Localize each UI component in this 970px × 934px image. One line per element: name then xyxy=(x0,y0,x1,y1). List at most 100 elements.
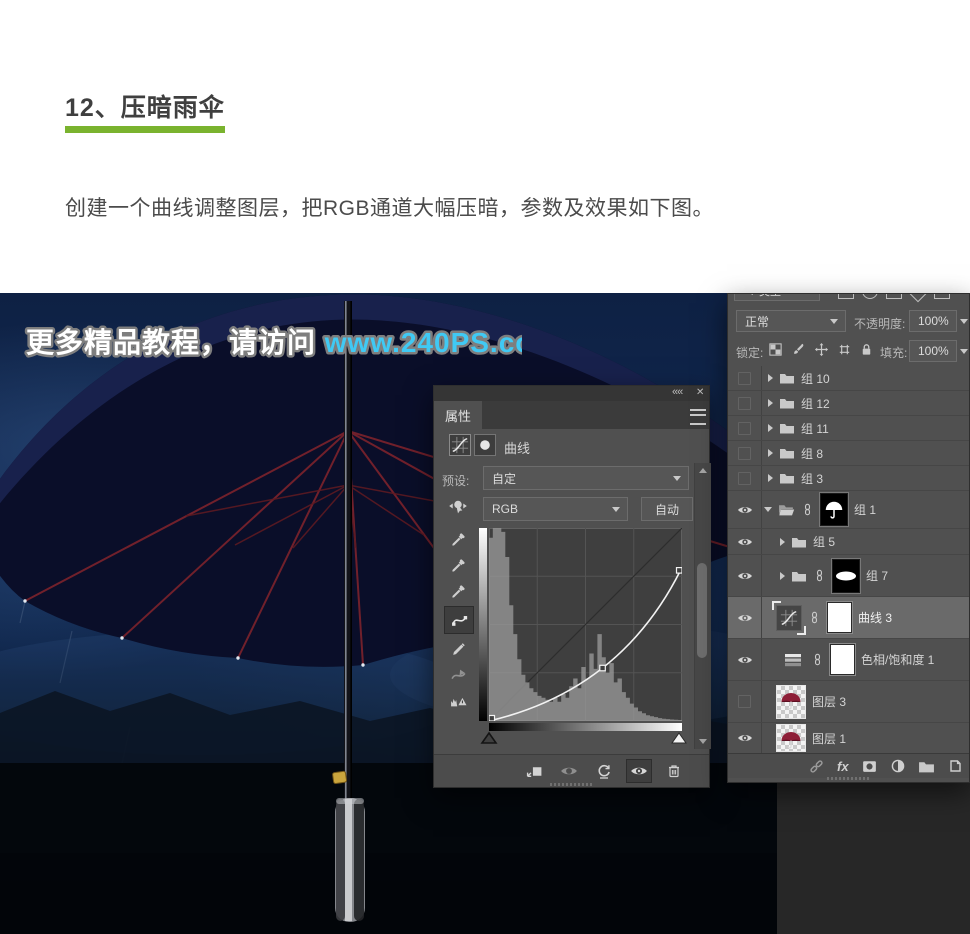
chevron-right-icon[interactable] xyxy=(768,424,773,432)
layer-thumbnail[interactable] xyxy=(776,685,806,719)
lock-position-icon[interactable] xyxy=(814,342,829,357)
layer-row-group-5[interactable]: 组 5 xyxy=(728,529,969,555)
new-group-icon[interactable] xyxy=(918,758,935,775)
lock-all-icon[interactable] xyxy=(859,342,874,357)
visibility-toggle[interactable] xyxy=(728,366,762,390)
targeted-adjustment-icon[interactable] xyxy=(447,495,469,517)
curves-graph[interactable] xyxy=(489,528,682,721)
visibility-toggle[interactable] xyxy=(728,441,762,465)
chevron-right-icon[interactable] xyxy=(780,572,785,580)
chevron-right-icon[interactable] xyxy=(768,399,773,407)
layer-row-hue-saturation-1[interactable]: 色相/饱和度 1 xyxy=(728,639,969,681)
visibility-toggle[interactable] xyxy=(728,529,762,554)
filter-type-layers-icon[interactable] xyxy=(886,294,902,299)
white-input-slider[interactable] xyxy=(670,731,688,745)
hue-saturation-adjustment-icon[interactable] xyxy=(781,650,805,670)
layer-mask-thumbnail[interactable] xyxy=(830,644,855,675)
link-layers-icon[interactable] xyxy=(808,758,825,775)
scrollbar[interactable] xyxy=(694,463,711,749)
chevron-down-icon[interactable] xyxy=(960,319,968,324)
layer-row-layer-3[interactable]: 图层 3 xyxy=(728,681,969,723)
view-previous-state-icon[interactable] xyxy=(556,759,582,783)
black-point-eyedropper-icon[interactable] xyxy=(446,528,470,550)
panel-menu-icon[interactable] xyxy=(690,409,706,425)
chevron-down-icon[interactable] xyxy=(960,349,968,354)
blend-mode-dropdown[interactable]: 正常 xyxy=(736,310,846,332)
visibility-toggle[interactable] xyxy=(728,491,762,528)
chevron-right-icon[interactable] xyxy=(768,449,773,457)
chevron-right-icon[interactable] xyxy=(768,474,773,482)
lock-transparency-icon[interactable] xyxy=(768,342,783,357)
visibility-toggle[interactable] xyxy=(728,391,762,415)
layer-row-group-3[interactable]: 组 3 xyxy=(728,466,969,491)
edit-points-tool-icon[interactable] xyxy=(444,606,474,634)
folder-icon xyxy=(791,534,807,550)
layer-row-group-8[interactable]: 组 8 xyxy=(728,441,969,466)
draw-curve-pencil-icon[interactable] xyxy=(446,638,470,660)
clipping-warning-icon[interactable] xyxy=(444,689,472,711)
lock-pixels-icon[interactable] xyxy=(791,342,806,357)
toggle-visibility-icon[interactable] xyxy=(626,759,652,783)
add-layer-mask-icon[interactable] xyxy=(861,758,878,775)
visibility-toggle[interactable] xyxy=(728,597,762,638)
layer-row-layer-1[interactable]: 图层 1 xyxy=(728,723,969,753)
curves-adjustment-icon[interactable] xyxy=(776,605,802,631)
scroll-down-icon[interactable] xyxy=(699,739,707,744)
layer-row-group-1[interactable]: 组 1 xyxy=(728,491,969,529)
scroll-up-icon[interactable] xyxy=(699,468,707,473)
panel-resize-grip[interactable] xyxy=(550,783,594,786)
filter-shape-layers-icon[interactable] xyxy=(907,294,930,302)
chevron-right-icon[interactable] xyxy=(780,538,785,546)
layer-row-group-12[interactable]: 组 12 xyxy=(728,391,969,416)
black-input-slider[interactable] xyxy=(480,731,498,745)
chevron-right-icon[interactable] xyxy=(768,374,773,382)
reset-adjustment-icon[interactable] xyxy=(591,759,617,783)
panel-resize-grip[interactable] xyxy=(827,777,871,780)
layer-row-curves-3[interactable]: 曲线 3 xyxy=(728,597,969,639)
group-mask-thumbnail[interactable] xyxy=(820,493,848,526)
collapse-to-icons-button[interactable]: «« xyxy=(672,386,682,398)
layer-thumbnail[interactable] xyxy=(776,724,806,752)
close-icon[interactable]: ✕ xyxy=(696,387,704,398)
auto-button[interactable]: 自动 xyxy=(641,497,693,521)
filter-pixel-layers-icon[interactable] xyxy=(838,294,854,299)
visibility-toggle[interactable] xyxy=(728,723,762,753)
curve-point-shadows[interactable] xyxy=(489,716,495,722)
tab-properties[interactable]: 属性 xyxy=(434,401,482,429)
new-layer-icon[interactable] xyxy=(947,758,963,774)
lock-artboard-icon[interactable] xyxy=(837,342,852,357)
folder-icon xyxy=(779,370,795,386)
curve-point-highlights[interactable] xyxy=(677,568,683,574)
group-mask-thumbnail[interactable] xyxy=(832,559,860,593)
white-point-eyedropper-icon[interactable] xyxy=(446,580,470,602)
visibility-toggle[interactable] xyxy=(728,555,762,596)
visibility-toggle[interactable] xyxy=(728,681,762,722)
gray-point-eyedropper-icon[interactable] xyxy=(446,554,470,576)
layer-list: 组 10 组 12 组 11 xyxy=(728,366,969,753)
layer-row-group-10[interactable]: 组 10 xyxy=(728,366,969,391)
visibility-toggle[interactable] xyxy=(728,466,762,490)
opacity-value[interactable]: 100% xyxy=(909,310,957,332)
filter-adjustment-layers-icon[interactable] xyxy=(862,294,878,299)
chevron-down-icon xyxy=(673,476,681,481)
layer-filter-dropdown[interactable]: 类型 xyxy=(734,294,820,301)
channel-dropdown[interactable]: RGB xyxy=(483,497,628,521)
delete-adjustment-icon[interactable] xyxy=(661,759,687,783)
filter-smart-objects-icon[interactable] xyxy=(934,294,950,299)
new-adjustment-layer-icon[interactable] xyxy=(890,758,906,774)
clip-to-layer-icon[interactable] xyxy=(521,759,547,783)
layer-row-group-11[interactable]: 组 11 xyxy=(728,416,969,441)
layer-styles-fx-icon[interactable]: fx xyxy=(837,759,849,774)
curve-point-midtones[interactable] xyxy=(600,665,606,671)
layer-row-group-7[interactable]: 组 7 xyxy=(728,555,969,597)
visibility-toggle[interactable] xyxy=(728,416,762,440)
preset-dropdown[interactable]: 自定 xyxy=(483,466,689,490)
visibility-toggle[interactable] xyxy=(728,639,762,680)
layer-filter-row: 类型 xyxy=(728,294,969,304)
chevron-down-icon[interactable] xyxy=(764,507,772,512)
scrollbar-thumb[interactable] xyxy=(697,563,707,658)
mask-badge-icon[interactable] xyxy=(474,434,496,456)
smooth-curve-icon[interactable] xyxy=(446,664,470,686)
fill-value[interactable]: 100% xyxy=(909,340,957,362)
layer-mask-thumbnail[interactable] xyxy=(827,602,852,633)
